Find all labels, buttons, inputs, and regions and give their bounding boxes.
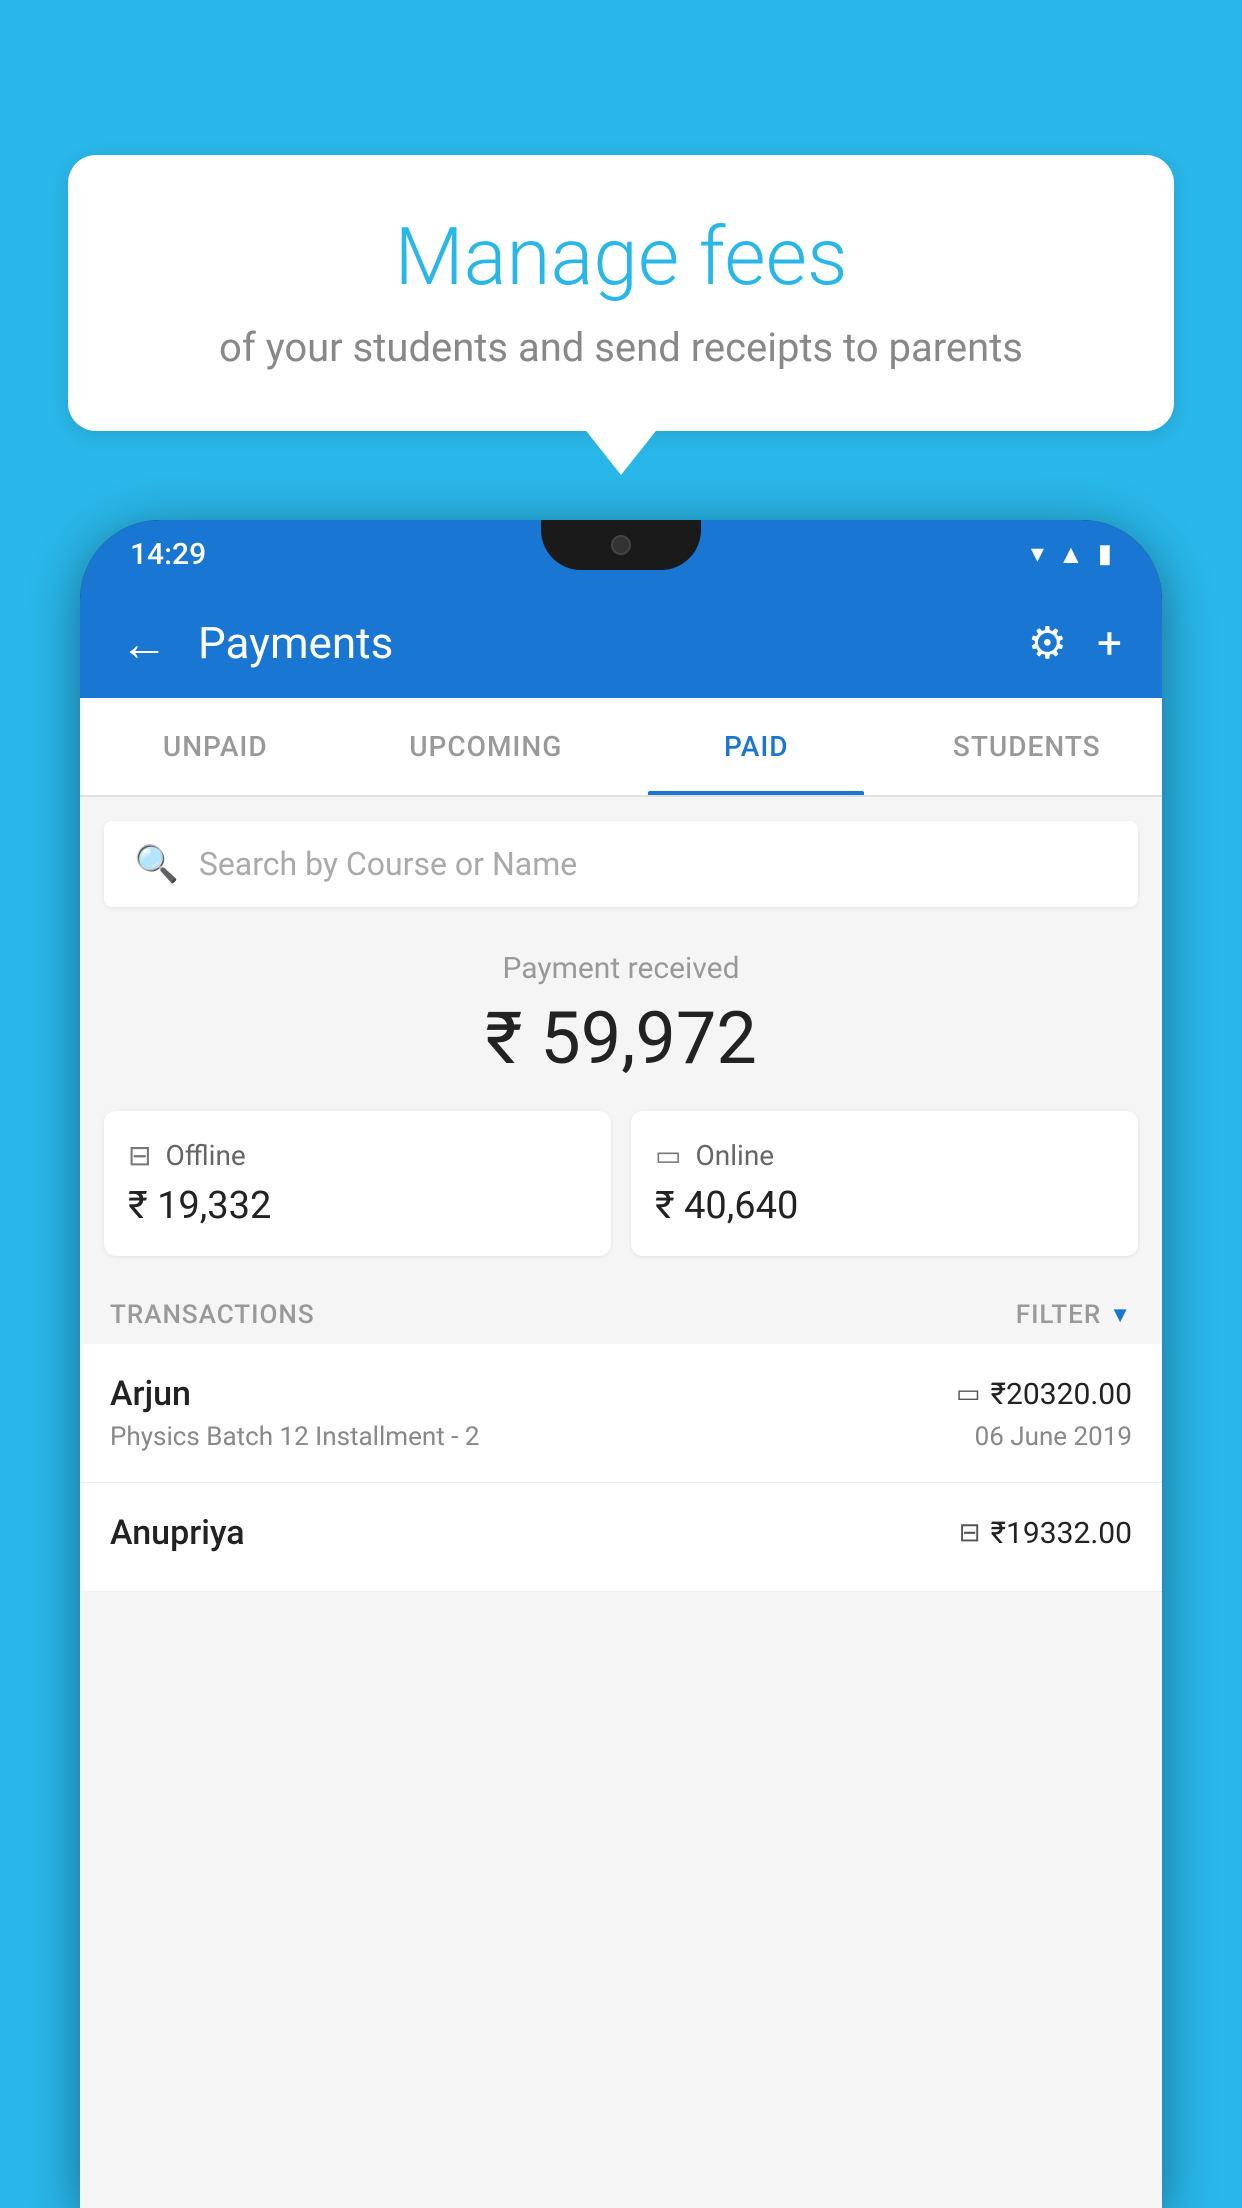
payment-cards: ⊟ Offline ₹ 19,332 ▭ Online ₹ 40,640 bbox=[80, 1111, 1162, 1286]
transaction-amount: ▭ ₹20320.00 bbox=[956, 1377, 1132, 1412]
content-area: 🔍 Search by Course or Name Payment recei… bbox=[80, 797, 1162, 2208]
app-bar-title: Payments bbox=[198, 617, 998, 669]
offline-card: ⊟ Offline ₹ 19,332 bbox=[104, 1111, 611, 1256]
filter-text: FILTER bbox=[1016, 1300, 1101, 1330]
payment-type-icon: ▭ bbox=[956, 1379, 981, 1409]
search-placeholder: Search by Course or Name bbox=[199, 845, 577, 883]
payment-received-amount: ₹ 59,972 bbox=[104, 996, 1138, 1081]
online-amount: ₹ 40,640 bbox=[655, 1184, 1114, 1228]
transaction-amount-value: ₹19332.00 bbox=[991, 1516, 1132, 1551]
payment-received-section: Payment received ₹ 59,972 bbox=[80, 907, 1162, 1111]
bubble-title: Manage fees bbox=[128, 210, 1114, 304]
back-button[interactable]: ← bbox=[120, 615, 168, 672]
transaction-name: Anupriya bbox=[110, 1513, 245, 1553]
payment-received-label: Payment received bbox=[104, 951, 1138, 986]
app-bar: ← Payments ⚙ + bbox=[80, 588, 1162, 698]
tab-upcoming[interactable]: UPCOMING bbox=[351, 698, 622, 795]
transaction-top: Arjun ▭ ₹20320.00 bbox=[110, 1374, 1132, 1414]
filter-button[interactable]: FILTER ▼ bbox=[1016, 1300, 1132, 1330]
filter-icon: ▼ bbox=[1109, 1302, 1132, 1328]
notch bbox=[541, 520, 701, 570]
search-bar[interactable]: 🔍 Search by Course or Name bbox=[104, 821, 1138, 907]
transactions-header: TRANSACTIONS FILTER ▼ bbox=[80, 1286, 1162, 1344]
transaction-course: Physics Batch 12 Installment - 2 bbox=[110, 1422, 479, 1452]
transaction-row[interactable]: Arjun ▭ ₹20320.00 Physics Batch 12 Insta… bbox=[80, 1344, 1162, 1483]
transaction-date: 06 June 2019 bbox=[975, 1422, 1132, 1452]
transaction-row[interactable]: Anupriya ⊟ ₹19332.00 bbox=[80, 1483, 1162, 1592]
tab-students[interactable]: STUDENTS bbox=[892, 698, 1163, 795]
payment-type-icon: ⊟ bbox=[959, 1518, 981, 1548]
settings-button[interactable]: ⚙ bbox=[1028, 617, 1067, 669]
app-screen: UNPAID UPCOMING PAID STUDENTS 🔍 Search b… bbox=[80, 698, 1162, 2208]
search-icon: 🔍 bbox=[134, 843, 179, 885]
tab-paid[interactable]: PAID bbox=[621, 698, 892, 795]
offline-card-header: ⊟ Offline bbox=[128, 1139, 587, 1172]
wifi-icon: ▾ bbox=[1031, 539, 1044, 569]
status-bar: 14:29 ▾ ▲ ▮ bbox=[80, 520, 1162, 588]
status-icons: ▾ ▲ ▮ bbox=[1031, 539, 1112, 570]
online-label: Online bbox=[695, 1139, 774, 1172]
online-card: ▭ Online ₹ 40,640 bbox=[631, 1111, 1138, 1256]
online-icon: ▭ bbox=[655, 1139, 681, 1172]
speech-bubble: Manage fees of your students and send re… bbox=[68, 155, 1174, 431]
status-time: 14:29 bbox=[130, 537, 206, 572]
transaction-name: Arjun bbox=[110, 1374, 191, 1414]
offline-amount: ₹ 19,332 bbox=[128, 1184, 587, 1228]
offline-icon: ⊟ bbox=[128, 1139, 151, 1172]
camera-dot bbox=[611, 535, 631, 555]
battery-icon: ▮ bbox=[1098, 539, 1112, 569]
transaction-amount-value: ₹20320.00 bbox=[991, 1377, 1132, 1412]
bubble-subtitle: of your students and send receipts to pa… bbox=[128, 324, 1114, 371]
offline-label: Offline bbox=[165, 1139, 245, 1172]
phone-frame: 14:29 ▾ ▲ ▮ ← Payments ⚙ + UNPAID UPCOMI… bbox=[80, 520, 1162, 2208]
tab-unpaid[interactable]: UNPAID bbox=[80, 698, 351, 795]
tabs-bar: UNPAID UPCOMING PAID STUDENTS bbox=[80, 698, 1162, 797]
phone-inner: 14:29 ▾ ▲ ▮ ← Payments ⚙ + UNPAID UPCOMI… bbox=[80, 520, 1162, 2208]
transaction-bottom: Physics Batch 12 Installment - 2 06 June… bbox=[110, 1422, 1132, 1452]
transactions-label: TRANSACTIONS bbox=[110, 1300, 315, 1330]
add-button[interactable]: + bbox=[1097, 617, 1122, 669]
online-card-header: ▭ Online bbox=[655, 1139, 1114, 1172]
signal-icon: ▲ bbox=[1058, 539, 1084, 570]
transaction-amount: ⊟ ₹19332.00 bbox=[959, 1516, 1132, 1551]
transaction-top: Anupriya ⊟ ₹19332.00 bbox=[110, 1513, 1132, 1553]
